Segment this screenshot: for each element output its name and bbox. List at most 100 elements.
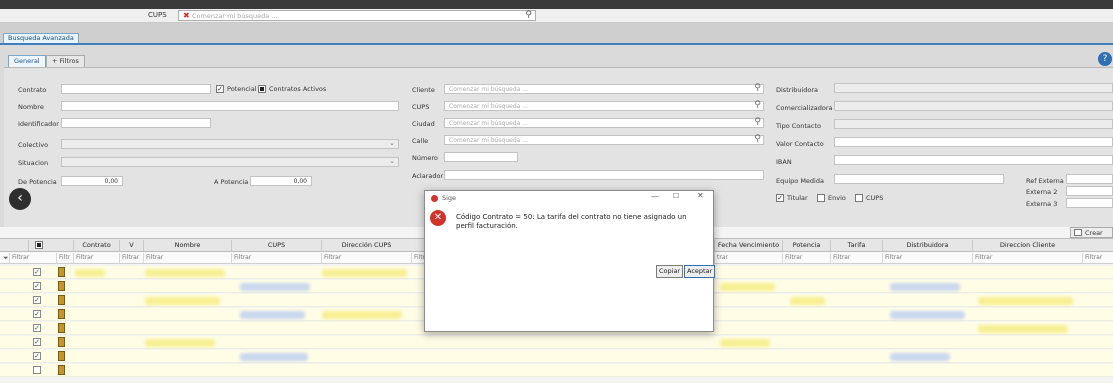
situacion-select[interactable]: ⌄ — [61, 157, 399, 167]
document-icon[interactable] — [58, 351, 65, 361]
tab-busqueda-avanzada[interactable]: Busqueda Avanzada — [3, 33, 79, 43]
minimize-icon[interactable]: — — [651, 192, 659, 201]
header-potencia[interactable]: Potencia — [782, 240, 830, 251]
search-icon[interactable]: ⚲ — [754, 117, 761, 127]
filter-direccion-cups[interactable]: Filtrar — [321, 253, 411, 263]
help-icon[interactable]: ? — [1098, 52, 1112, 66]
select-all-checkbox[interactable] — [34, 241, 43, 249]
filter-nombre[interactable]: Filtrar — [143, 253, 231, 263]
maximize-icon[interactable]: ☐ — [673, 192, 679, 200]
tipo-contacto-field[interactable] — [834, 119, 1113, 129]
header-fecha-vencimiento[interactable]: Fecha Vencimiento — [714, 240, 782, 251]
document-icon[interactable] — [58, 295, 65, 305]
header-direccion-cups[interactable]: Dirección CUPS — [321, 240, 411, 251]
colectivo-select[interactable]: ⌄ — [61, 139, 399, 149]
a-potencia-value: 0,00 — [293, 178, 307, 185]
header-contrato[interactable]: Contrato — [73, 240, 119, 251]
distribuidora-field[interactable] — [834, 83, 1113, 93]
calle-field[interactable]: Comenzar mi búsqueda ... ⚲ — [444, 134, 764, 145]
search-icon[interactable]: ⚲ — [754, 100, 761, 110]
de-potencia-field[interactable]: 0,00 — [61, 176, 123, 186]
calle-placeholder: Comenzar mi búsqueda ... — [449, 137, 528, 144]
contrato-field[interactable] — [61, 84, 211, 94]
tab-general[interactable]: General — [8, 55, 46, 67]
cliente-field[interactable]: Comenzar mi búsqueda ... ⚲ — [444, 83, 764, 94]
header-tarifa[interactable]: Tarifa — [830, 240, 882, 251]
search-icon[interactable]: ⚲ — [754, 134, 761, 144]
row-checkbox[interactable] — [33, 366, 41, 374]
filter-cell[interactable]: Filtr — [56, 253, 73, 263]
filter-fecha-vencimiento[interactable]: trar — [714, 253, 782, 263]
filter-cell[interactable]: Filtr — [411, 253, 425, 263]
table-row[interactable] — [0, 364, 1113, 377]
row-checkbox[interactable]: ✓ — [33, 352, 41, 360]
a-potencia-field[interactable]: 0,00 — [250, 176, 312, 186]
calle-label: Calle — [412, 137, 429, 145]
filter-contrato[interactable]: Filtrar — [73, 253, 119, 263]
row-checkbox[interactable]: ✓ — [33, 338, 41, 346]
tab-bar-area — [0, 23, 1113, 44]
back-button[interactable]: ‹ — [9, 188, 31, 210]
ref-externa-field[interactable] — [1066, 174, 1113, 184]
filter-potencia[interactable]: Filtrar — [782, 253, 830, 263]
nombre-field[interactable] — [61, 101, 399, 111]
row-checkbox[interactable]: ✓ — [33, 310, 41, 318]
document-icon[interactable] — [58, 365, 65, 375]
externa-3-field[interactable] — [1066, 198, 1113, 208]
potencial-checkbox[interactable]: ✓ — [216, 85, 224, 93]
row-checkbox[interactable]: ✓ — [33, 324, 41, 332]
header-direccion-cliente[interactable]: Direccion Cliente — [972, 240, 1082, 251]
nombre-label: Nombre — [18, 103, 44, 111]
tab-filtros[interactable]: + Filtros — [46, 55, 85, 67]
externa-2-field[interactable] — [1066, 186, 1113, 196]
comercializadora-field[interactable] — [834, 101, 1113, 111]
valor-contacto-label: Valor Contacto — [776, 140, 824, 148]
search-icon[interactable]: ⚲ — [525, 10, 532, 20]
header-select-all[interactable] — [28, 240, 48, 251]
filter-cups[interactable]: Filtrar — [231, 253, 321, 263]
valor-contacto-field[interactable] — [834, 137, 1113, 147]
header-nombre[interactable]: Nombre — [143, 240, 231, 251]
filter-distribuidora[interactable]: Filtrar — [882, 253, 972, 263]
redacted-cell — [978, 325, 1068, 333]
filter-direccion-cliente[interactable]: Filtrar — [972, 253, 1082, 263]
header-cups[interactable]: CUPS — [231, 240, 321, 251]
filter-cell[interactable]: Filtrar — [1082, 253, 1113, 263]
close-icon[interactable]: ✕ — [697, 191, 704, 200]
document-icon[interactable] — [58, 337, 65, 347]
contratos-activos-checkbox[interactable] — [258, 85, 266, 93]
document-icon[interactable] — [58, 267, 65, 277]
document-icon[interactable] — [58, 309, 65, 319]
filter-tarifa[interactable]: Filtrar — [830, 253, 882, 263]
header-distribuidora[interactable]: Distribuidora — [882, 240, 972, 251]
header-v[interactable]: V — [119, 240, 143, 251]
top-cups-search-input[interactable]: ✖ Comenzar mi búsqueda ... ⚲ — [178, 10, 536, 21]
row-checkbox[interactable]: ✓ — [33, 268, 41, 276]
document-icon[interactable] — [58, 281, 65, 291]
aceptar-button[interactable]: Aceptar — [684, 265, 716, 278]
numero-field[interactable] — [444, 152, 518, 162]
cups-checkbox[interactable] — [855, 194, 863, 202]
identificador-field[interactable] — [61, 118, 211, 128]
filter-cell[interactable]: Filtrar — [9, 253, 29, 263]
crear-sol-button[interactable]: Crear Sol — [1070, 227, 1113, 247]
iban-field[interactable] — [834, 155, 1113, 165]
ciudad-placeholder: Comenzar mi búsqueda ... — [449, 120, 528, 127]
copiar-button[interactable]: Copiar — [656, 265, 684, 278]
equipo-medida-field[interactable] — [834, 174, 1004, 184]
ciudad-field[interactable]: Comenzar mi búsqueda ... ⚲ — [444, 117, 764, 128]
colectivo-label: Colectivo — [18, 141, 49, 149]
aclarador-field[interactable] — [444, 170, 764, 180]
ref-externa-label: Ref Externa — [1026, 177, 1064, 185]
filter-v[interactable]: Filtrar — [119, 253, 143, 263]
titular-checkbox[interactable]: ✓ — [776, 194, 784, 202]
cups-field[interactable]: Comenzar mi búsqueda ... ⚲ — [444, 100, 764, 111]
envio-checkbox[interactable] — [817, 194, 825, 202]
row-checkbox[interactable]: ✓ — [33, 282, 41, 290]
dialog-title: Sige — [442, 194, 457, 202]
search-icon[interactable]: ⚲ — [754, 83, 761, 93]
clear-icon[interactable]: ✖ — [183, 11, 190, 21]
document-icon[interactable] — [58, 323, 65, 333]
a-potencia-label: A Potencia — [214, 178, 249, 186]
row-checkbox[interactable]: ✓ — [33, 296, 41, 304]
